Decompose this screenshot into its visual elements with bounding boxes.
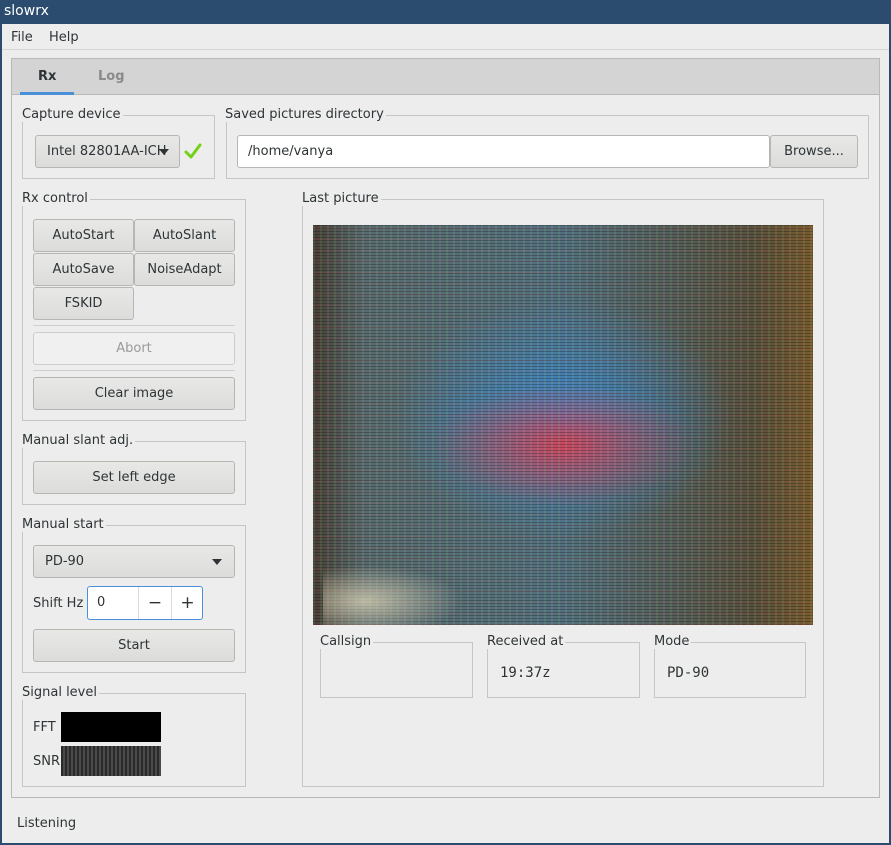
autosave-button[interactable]: AutoSave [33,253,134,286]
snr-label: SNR [33,754,61,769]
chevron-down-icon [159,149,169,155]
snr-display [61,746,161,776]
menu-file[interactable]: File [11,30,33,45]
start-button[interactable]: Start [33,629,235,662]
clear-image-button[interactable]: Clear image [33,377,235,410]
saved-path-value: /home/vanya [248,144,334,159]
rx-separator-1 [33,325,235,326]
mode-label: Mode [652,634,692,649]
set-left-edge-button[interactable]: Set left edge [33,461,235,494]
rx-control-label: Rx control [20,191,90,206]
minus-icon[interactable]: − [139,587,171,619]
received-at-label: Received at [485,634,566,649]
title-bar: slowrx [0,0,891,24]
menu-help[interactable]: Help [49,30,79,45]
rx-separator-2 [33,370,235,371]
saved-pictures-label: Saved pictures directory [223,107,386,122]
autoslant-button[interactable]: AutoSlant [134,219,235,252]
fft-label: FFT [33,720,56,735]
plus-icon[interactable]: + [172,587,203,619]
chevron-down-icon [212,559,222,565]
last-picture-image [313,225,813,625]
shift-hz-value[interactable]: 0 [97,595,105,610]
manual-start-label: Manual start [20,517,106,532]
received-at-value: 19:37z [500,665,551,681]
callsign-label: Callsign [318,634,374,649]
mode-value: PD-90 [667,665,710,681]
browse-button[interactable]: Browse... [770,135,858,168]
picture-highlight [323,565,463,625]
check-icon [184,142,202,160]
tab-rx[interactable]: Rx [38,69,56,84]
capture-device-value: Intel 82801AA-ICH [47,144,167,159]
shift-hz-label: Shift Hz [33,596,84,611]
window-title: slowrx [4,3,49,19]
shift-hz-spinbutton[interactable]: 0 − + [87,586,203,620]
last-picture-label: Last picture [300,191,381,206]
tab-log[interactable]: Log [98,69,125,84]
capture-device-label: Capture device [20,107,123,122]
menu-bar: File Help [2,24,889,50]
abort-button[interactable]: Abort [33,332,235,365]
fskid-button[interactable]: FSKID [33,287,134,320]
mode-dropdown[interactable]: PD-90 [33,545,235,578]
noiseadapt-button[interactable]: NoiseAdapt [134,253,235,286]
signal-level-label: Signal level [20,685,99,700]
autostart-button[interactable]: AutoStart [33,219,134,252]
status-text: Listening [17,816,77,831]
manual-slant-label: Manual slant adj. [20,433,136,448]
capture-device-dropdown[interactable]: Intel 82801AA-ICH [35,135,180,168]
fft-display [61,712,161,742]
mode-dropdown-value: PD-90 [45,554,85,569]
active-tab-indicator [20,92,74,95]
tab-bar: Rx Log [12,59,879,95]
callsign-frame [320,642,473,698]
saved-path-input[interactable]: /home/vanya [237,135,770,168]
